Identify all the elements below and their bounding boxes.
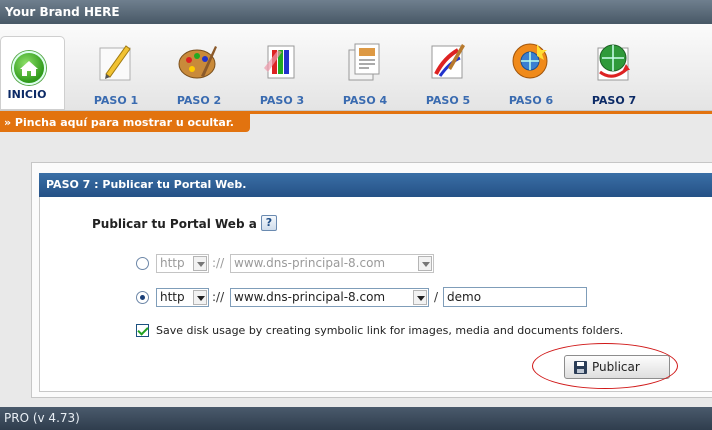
globe-gear-icon (512, 43, 548, 79)
step-7-label: PASO 7 (591, 94, 637, 107)
protocol-select-1[interactable]: http (156, 254, 209, 273)
brush-paint-icon (431, 44, 465, 79)
publish-panel: PASO 7 : Publicar tu Portal Web. Publica… (31, 162, 712, 398)
step-2-label: PASO 2 (176, 94, 222, 107)
folder-input-value: demo (447, 290, 482, 304)
chevron-down-icon (418, 256, 432, 271)
step-6[interactable]: PASO 6 (490, 24, 560, 110)
protocol-separator-1: :// (212, 256, 225, 270)
domain-select-1-value: www.dns-principal-8.com (234, 256, 386, 270)
publish-label: Publicar tu Portal Web a : (92, 217, 266, 231)
help-button[interactable]: ? (261, 215, 277, 231)
protocol-select-1-value: http (160, 256, 185, 270)
version-text: PRO (v 4.73) (4, 411, 80, 425)
globe-arrow-icon (597, 44, 630, 81)
pencil-icon (99, 45, 131, 81)
step-4[interactable]: PASO 4 (324, 24, 394, 110)
palette-icon (178, 46, 217, 79)
documents-icon (348, 43, 380, 81)
chevron-down-icon (193, 256, 207, 271)
step-2[interactable]: PASO 2 (158, 24, 228, 110)
radio-option-2[interactable] (136, 291, 149, 304)
step-1[interactable]: PASO 1 (75, 24, 145, 110)
floppy-disk-icon (574, 361, 587, 374)
step-7[interactable]: PASO 7 (573, 24, 643, 110)
toggle-panel-tab[interactable]: » Pincha aquí para mostrar u ocultar. (0, 114, 250, 132)
color-swatches-icon (264, 45, 295, 79)
step-home-label: INICIO (7, 88, 47, 101)
panel-body: Publicar tu Portal Web a : ? http :// ww… (39, 197, 712, 392)
footer-bar: PRO (v 4.73) (0, 407, 712, 430)
panel-header: PASO 7 : Publicar tu Portal Web. (39, 173, 712, 197)
step-4-label: PASO 4 (342, 94, 388, 107)
step-5[interactable]: PASO 5 (407, 24, 477, 110)
step-1-label: PASO 1 (93, 94, 139, 107)
step-navigation: INICIO PASO 1 PASO 2 PASO 3 PASO 4 PASO … (0, 24, 712, 111)
domain-select-2-value: www.dns-principal-8.com (234, 290, 386, 304)
toggle-text: » Pincha aquí para mostrar u ocultar. (4, 116, 234, 129)
panel-title: PASO 7 : Publicar tu Portal Web. (46, 178, 247, 191)
symlink-checkbox-label: Save disk usage by creating symbolic lin… (156, 324, 624, 337)
publish-button-label: Publicar (592, 360, 640, 374)
home-icon (12, 51, 46, 85)
brand-title: Your Brand HERE (5, 5, 120, 19)
chevron-down-icon (413, 290, 427, 305)
radio-option-1[interactable] (136, 257, 149, 270)
step-home[interactable]: INICIO (0, 36, 65, 110)
protocol-separator-2: :// (212, 290, 225, 304)
publish-button[interactable]: Publicar (564, 355, 670, 379)
step-3-label: PASO 3 (259, 94, 305, 107)
step-6-label: PASO 6 (508, 94, 554, 107)
symlink-checkbox[interactable] (136, 324, 149, 337)
step-5-label: PASO 5 (425, 94, 471, 107)
help-icon: ? (265, 216, 273, 229)
protocol-select-2-value: http (160, 290, 185, 304)
domain-select-2[interactable]: www.dns-principal-8.com (230, 288, 429, 307)
path-separator: / (434, 290, 439, 304)
brand-bar: Your Brand HERE (0, 0, 712, 24)
protocol-select-2[interactable]: http (156, 288, 209, 307)
folder-input[interactable]: demo (443, 287, 587, 307)
step-3[interactable]: PASO 3 (241, 24, 311, 110)
domain-select-1[interactable]: www.dns-principal-8.com (230, 254, 434, 273)
chevron-down-icon (193, 290, 207, 305)
